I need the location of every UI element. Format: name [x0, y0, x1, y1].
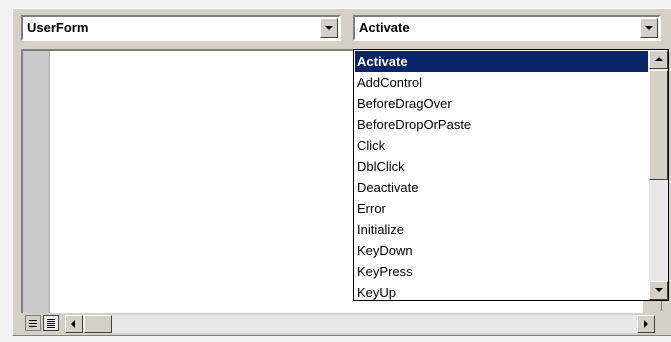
bottom-toolbar: [21, 313, 671, 335]
list-vertical-scrollbar[interactable]: [649, 50, 668, 300]
procedure-list-item[interactable]: BeforeDropOrPaste: [355, 114, 648, 135]
procedure-list-item[interactable]: BeforeDragOver: [355, 93, 648, 114]
procedure-list-item[interactable]: KeyUp: [355, 282, 648, 303]
procedure-combobox-value: Activate: [359, 20, 410, 35]
arrow-left-icon: [71, 320, 75, 328]
object-combobox[interactable]: UserForm: [21, 15, 341, 41]
procedure-list-item[interactable]: DblClick: [355, 156, 648, 177]
arrow-right-icon: [644, 320, 648, 328]
scroll-thumb[interactable]: [649, 70, 668, 180]
object-dropdown-button[interactable]: [320, 18, 338, 38]
code-window: UserForm Activate Activate AddControl Befo…: [12, 8, 671, 336]
scroll-left-button[interactable]: [65, 315, 83, 333]
procedure-view-button[interactable]: [25, 315, 41, 331]
scroll-right-button[interactable]: [637, 315, 655, 333]
procedure-list-item[interactable]: Error: [355, 198, 648, 219]
scroll-down-button[interactable]: [649, 281, 668, 300]
chevron-down-icon: [325, 26, 333, 30]
procedure-list-item[interactable]: Initialize: [355, 219, 648, 240]
procedure-list-item[interactable]: KeyPress: [355, 261, 648, 282]
horizontal-scroll-thumb[interactable]: [84, 315, 112, 333]
procedure-list-item[interactable]: AddControl: [355, 72, 648, 93]
arrow-down-icon: [655, 288, 663, 292]
arrow-up-icon: [655, 57, 663, 61]
procedure-combobox[interactable]: Activate: [353, 15, 661, 41]
procedure-list-item[interactable]: Click: [355, 135, 648, 156]
procedure-list-item[interactable]: Activate: [355, 51, 648, 72]
object-combobox-value: UserForm: [27, 20, 89, 35]
procedure-list-item[interactable]: Deactivate: [355, 177, 648, 198]
procedure-list-items: Activate AddControl BeforeDragOver BeforeDr…: [355, 51, 648, 303]
horizontal-scrollbar[interactable]: [65, 315, 655, 333]
scroll-up-button[interactable]: [649, 50, 668, 69]
full-module-view-button[interactable]: [43, 315, 59, 331]
margin-indicator-bar[interactable]: [23, 51, 50, 313]
procedure-dropdown-button[interactable]: [640, 18, 658, 38]
procedure-list-item[interactable]: KeyDown: [355, 240, 648, 261]
chevron-down-icon: [645, 26, 653, 30]
procedure-dropdown-list[interactable]: Activate AddControl BeforeDragOver BeforeDr…: [353, 49, 669, 301]
